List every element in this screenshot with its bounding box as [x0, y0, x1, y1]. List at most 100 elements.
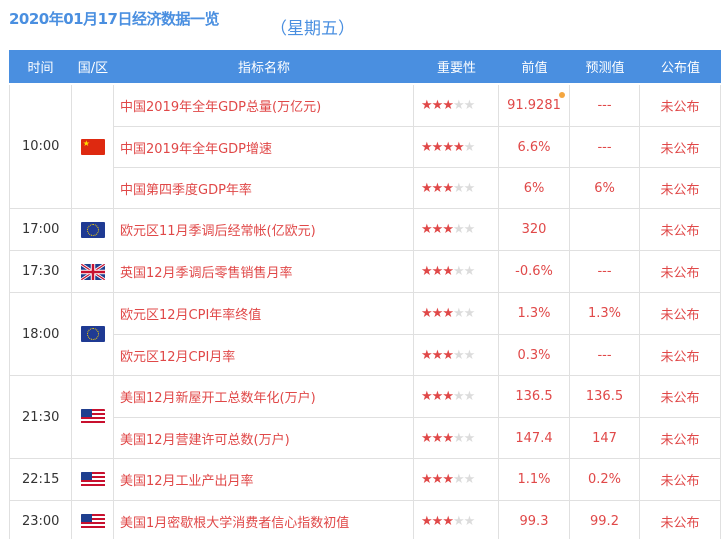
published-value: 未公布: [640, 418, 721, 458]
importance-stars: ★ ★ ★ ★ ★: [421, 347, 475, 363]
star-icon: ★: [431, 306, 444, 321]
star-icon: ★: [442, 514, 454, 529]
star-icon: ★: [442, 389, 454, 404]
table-body: 10:00 ★ 中国2019年全年GDP总量(万亿元) ★ ★ ★ ★ ★ 91.9281 ---…: [9, 85, 721, 539]
country-flag-cell: [72, 209, 114, 250]
event-time: 18:00: [10, 293, 73, 375]
country-flag-cell: ★: [72, 85, 114, 208]
indicator-name[interactable]: 欧元区12月CPI年率终值: [114, 293, 414, 334]
table-row[interactable]: 美国12月新屋开工总数年化(万户) ★ ★ ★ ★ ★ 136.5 136.5 未公布: [114, 376, 721, 417]
indicator-name[interactable]: 美国1月密歇根大学消费者信心指数初值: [114, 501, 414, 539]
forecast-value: ---: [570, 251, 640, 292]
indicator-name[interactable]: 欧元区11月季调后经常帐(亿欧元): [114, 209, 414, 250]
economic-calendar-table: 时间 国/区 指标名称 重要性 前值 预测值 公布值 10:00 ★ 中国2019年…: [9, 50, 721, 539]
previous-value: -0.6%: [499, 251, 570, 292]
forecast-value: ---: [570, 335, 640, 375]
importance-cell: ★ ★ ★ ★ ★: [414, 418, 499, 458]
us-flag-icon: [80, 513, 105, 530]
star-icon: ★: [442, 139, 454, 155]
star-icon: ★: [452, 222, 465, 237]
forecast-value: 1.3%: [570, 293, 640, 334]
us-flag-icon: [80, 471, 105, 488]
event-rows: 美国12月工业产出月率 ★ ★ ★ ★ ★ 1.1% 0.2% 未公布: [114, 459, 721, 500]
star-icon: ★: [452, 264, 465, 279]
indicator-name[interactable]: 美国12月营建许可总数(万户): [114, 418, 414, 458]
table-row[interactable]: 中国第四季度GDP年率 ★ ★ ★ ★ ★ 6% 6% 未公布: [114, 167, 721, 208]
previous-value: 0.3%: [499, 335, 570, 375]
star-icon: ★: [452, 430, 465, 446]
star-icon: ★: [442, 180, 454, 196]
country-flag-cell: [72, 251, 114, 292]
header-country: 国/区: [77, 61, 109, 76]
star-icon: ★: [421, 430, 433, 446]
star-icon: ★: [463, 306, 476, 321]
table-row[interactable]: 欧元区12月CPI月率 ★ ★ ★ ★ ★ 0.3% --- 未公布: [114, 334, 721, 375]
star-icon: ★: [463, 180, 476, 196]
importance-cell: ★ ★ ★ ★ ★: [414, 376, 499, 417]
indicator-name[interactable]: 美国12月新屋开工总数年化(万户): [114, 376, 414, 417]
previous-value: 1.3%: [499, 293, 570, 334]
star-icon: ★: [463, 514, 476, 529]
importance-cell: ★ ★ ★ ★ ★: [414, 251, 499, 292]
star-icon: ★: [463, 222, 476, 237]
star-icon: ★: [452, 389, 465, 404]
importance-stars: ★ ★ ★ ★ ★: [421, 430, 475, 446]
event-group: 22:15 美国12月工业产出月率 ★ ★ ★ ★ ★ 1.1% 0.2% 未公布: [10, 459, 721, 501]
table-row[interactable]: 英国12月季调后零售销售月率 ★ ★ ★ ★ ★ -0.6% --- 未公布: [114, 251, 721, 292]
table-row[interactable]: 美国1月密歇根大学消费者信心指数初值 ★ ★ ★ ★ ★ 99.3 99.2 未公布: [114, 501, 721, 539]
forecast-value: 136.5: [570, 376, 640, 417]
published-value: 未公布: [640, 501, 721, 539]
previous-value: 6%: [499, 168, 570, 208]
star-icon: ★: [431, 389, 444, 404]
table-row[interactable]: 欧元区11月季调后经常帐(亿欧元) ★ ★ ★ ★ ★ 320 未公布: [114, 209, 721, 250]
forecast-value: ---: [570, 85, 640, 126]
importance-stars: ★ ★ ★ ★ ★: [421, 264, 475, 279]
indicator-name[interactable]: 英国12月季调后零售销售月率: [114, 251, 414, 292]
published-value: 未公布: [640, 209, 721, 250]
published-value: 未公布: [640, 85, 721, 126]
table-row[interactable]: 欧元区12月CPI年率终值 ★ ★ ★ ★ ★ 1.3% 1.3% 未公布: [114, 293, 721, 334]
previous-value: 99.3: [499, 501, 570, 539]
star-icon: ★: [452, 514, 465, 529]
table-row[interactable]: 美国12月营建许可总数(万户) ★ ★ ★ ★ ★ 147.4 147 未公布: [114, 417, 721, 458]
star-icon: ★: [452, 472, 465, 487]
table-row[interactable]: 中国2019年全年GDP总量(万亿元) ★ ★ ★ ★ ★ 91.9281 --- 未公布: [114, 85, 721, 126]
country-flag-cell: [72, 501, 114, 539]
star-icon: ★: [442, 430, 454, 446]
star-icon: ★: [442, 222, 454, 237]
star-icon: ★: [442, 347, 454, 363]
indicator-name[interactable]: 中国第四季度GDP年率: [114, 168, 414, 208]
importance-cell: ★ ★ ★ ★ ★: [414, 501, 499, 539]
table-row[interactable]: 中国2019年全年GDP增速 ★ ★ ★ ★ ★ 6.6% --- 未公布: [114, 126, 721, 167]
importance-cell: ★ ★ ★ ★ ★: [414, 168, 499, 208]
header-importance: 重要性: [436, 61, 476, 76]
indicator-name[interactable]: 中国2019年全年GDP增速: [114, 127, 414, 167]
gb-flag-icon: [80, 263, 105, 280]
star-icon: ★: [431, 347, 444, 363]
table-row[interactable]: 美国12月工业产出月率 ★ ★ ★ ★ ★ 1.1% 0.2% 未公布: [114, 459, 721, 500]
page-header: 2020年01月17日经济数据一览 （星期五）: [0, 0, 721, 50]
forecast-value: 99.2: [570, 501, 640, 539]
importance-cell: ★ ★ ★ ★ ★: [414, 209, 499, 250]
star-icon: ★: [421, 306, 433, 321]
star-icon: ★: [452, 180, 465, 196]
indicator-name[interactable]: 美国12月工业产出月率: [114, 459, 414, 500]
indicator-name[interactable]: 欧元区12月CPI月率: [114, 335, 414, 375]
forecast-value: 147: [570, 418, 640, 458]
star-icon: ★: [431, 139, 444, 155]
importance-stars: ★ ★ ★ ★ ★: [421, 180, 476, 196]
event-rows: 美国12月新屋开工总数年化(万户) ★ ★ ★ ★ ★ 136.5 136.5 未公布 美国12月…: [114, 376, 721, 458]
star-icon: ★: [421, 264, 433, 279]
forecast-value: 6%: [570, 168, 640, 208]
header-previous: 前值: [521, 61, 548, 76]
published-value: 未公布: [640, 127, 721, 167]
us-flag-icon: [80, 409, 105, 425]
importance-stars: ★ ★ ★ ★ ★: [421, 472, 475, 487]
forecast-value: 0.2%: [570, 459, 640, 500]
previous-value: 1.1%: [499, 459, 570, 500]
importance-cell: ★ ★ ★ ★ ★: [414, 127, 499, 167]
event-group: 10:00 ★ 中国2019年全年GDP总量(万亿元) ★ ★ ★ ★ ★ 91.9281 ---…: [10, 85, 721, 209]
star-icon: ★: [452, 347, 465, 363]
indicator-name[interactable]: 中国2019年全年GDP总量(万亿元): [114, 85, 414, 126]
previous-value: 6.6%: [499, 127, 570, 167]
